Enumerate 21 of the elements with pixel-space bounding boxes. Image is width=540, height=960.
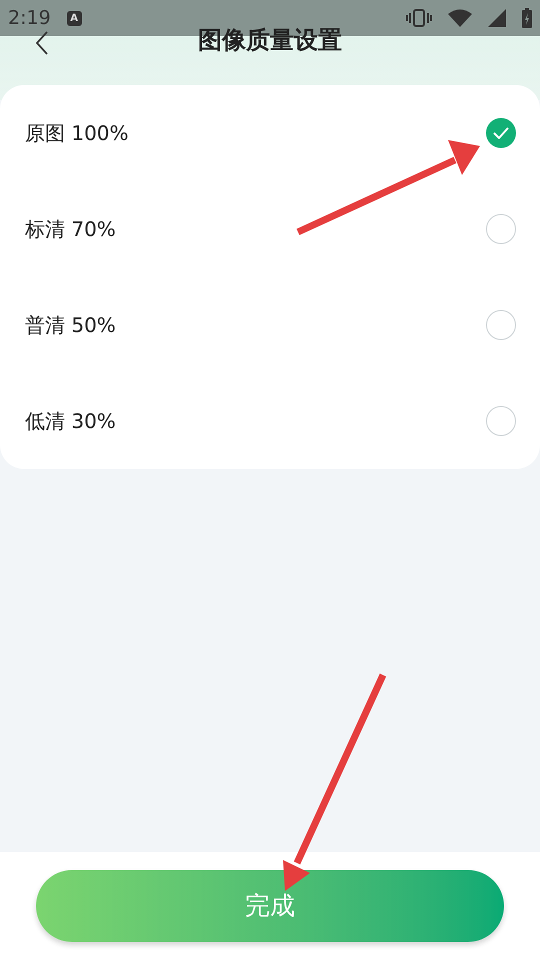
option-label: 低清 30% bbox=[25, 408, 116, 435]
option-label: 原图 100% bbox=[25, 120, 129, 147]
notification-icon: A bbox=[66, 10, 82, 26]
option-label: 普清 50% bbox=[25, 312, 116, 339]
quality-option[interactable]: 原图 100% bbox=[0, 85, 540, 181]
option-label: 标清 70% bbox=[25, 216, 116, 243]
quality-option[interactable]: 低清 30% bbox=[0, 373, 540, 469]
quality-option[interactable]: 标清 70% bbox=[0, 181, 540, 277]
wifi-icon bbox=[448, 9, 472, 27]
vibrate-icon bbox=[406, 9, 432, 27]
signal-icon bbox=[488, 9, 506, 27]
quality-option[interactable]: 普清 50% bbox=[0, 277, 540, 373]
radio-button[interactable] bbox=[486, 310, 516, 340]
battery-icon bbox=[522, 8, 532, 28]
radio-button[interactable] bbox=[486, 214, 516, 244]
status-time: 2:19 bbox=[8, 6, 51, 31]
radio-button[interactable] bbox=[486, 406, 516, 436]
page-title: 图像质量设置 bbox=[198, 26, 342, 52]
check-icon bbox=[493, 127, 509, 139]
back-icon bbox=[36, 31, 48, 55]
radio-button[interactable] bbox=[486, 118, 516, 148]
